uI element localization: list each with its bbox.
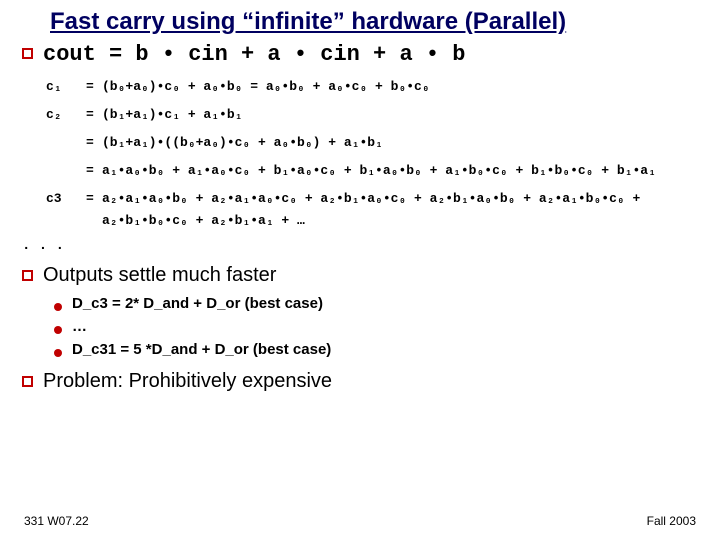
eq-c2-expand1: = (b₁+a₁)•((b₀+a₀)•c₀ + a₀•b₀) + a₁•b₁: [46, 132, 698, 154]
footer-left: 331 W07.22: [24, 514, 89, 528]
equals-sign: =: [86, 76, 102, 98]
square-bullet-icon: [22, 270, 33, 281]
eq-c2: c₂ = (b₁+a₁)•c₁ + a₁•b₁: [46, 104, 698, 126]
eq-rhs: a₁•a₀•b₀ + a₁•a₀•c₀ + b₁•a₀•c₀ + b₁•a₀•b…: [102, 160, 698, 182]
dot-bullet-icon: [54, 303, 62, 311]
sublist-item: …: [54, 318, 698, 335]
equals-sign: =: [86, 188, 102, 232]
eq-c1: c₁ = (b₀+a₀)•c₀ + a₀•b₀ = a₀•b₀ + a₀•c₀ …: [46, 76, 698, 98]
equals-sign: =: [86, 104, 102, 126]
equation-block: c₁ = (b₀+a₀)•c₀ + a₀•b₀ = a₀•b₀ + a₀•c₀ …: [46, 76, 698, 232]
eq-rhs: a₂•a₁•a₀•b₀ + a₂•a₁•a₀•c₀ + a₂•b₁•a₀•c₀ …: [102, 188, 698, 232]
eq-lhs: c₂: [46, 104, 86, 126]
sublist-item: D_c31 = 5 *D_and + D_or (best case): [54, 341, 698, 358]
sublist-text: D_c31 = 5 *D_and + D_or (best case): [72, 341, 331, 358]
ellipsis: . . .: [22, 238, 698, 254]
footer: 331 W07.22 Fall 2003: [24, 514, 696, 528]
problem-row: Problem: Prohibitively expensive: [22, 370, 698, 393]
outputs-row: Outputs settle much faster: [22, 264, 698, 287]
footer-right: Fall 2003: [647, 514, 696, 528]
sublist-item: D_c3 = 2* D_and + D_or (best case): [54, 295, 698, 312]
outputs-text: Outputs settle much faster: [43, 264, 276, 287]
eq-rhs: (b₁+a₁)•c₁ + a₁•b₁: [102, 104, 698, 126]
sublist-text: …: [72, 318, 87, 335]
dot-bullet-icon: [54, 349, 62, 357]
main-equation-row: cout = b • cin + a • cin + a • b: [22, 42, 698, 68]
slide-title: Fast carry using “infinite” hardware (Pa…: [50, 8, 698, 36]
eq-rhs: (b₀+a₀)•c₀ + a₀•b₀ = a₀•b₀ + a₀•c₀ + b₀•…: [102, 76, 698, 98]
eq-rhs: (b₁+a₁)•((b₀+a₀)•c₀ + a₀•b₀) + a₁•b₁: [102, 132, 698, 154]
slide: Fast carry using “infinite” hardware (Pa…: [0, 0, 720, 540]
eq-lhs-empty: [46, 160, 86, 182]
sublist-text: D_c3 = 2* D_and + D_or (best case): [72, 295, 323, 312]
equals-sign: =: [86, 132, 102, 154]
main-equation: cout = b • cin + a • cin + a • b: [43, 42, 465, 68]
eq-c3: c3 = a₂•a₁•a₀•b₀ + a₂•a₁•a₀•c₀ + a₂•b₁•a…: [46, 188, 698, 232]
eq-lhs: c₁: [46, 76, 86, 98]
dot-bullet-icon: [54, 326, 62, 334]
square-bullet-icon: [22, 48, 33, 59]
delay-sublist: D_c3 = 2* D_and + D_or (best case) … D_c…: [54, 295, 698, 358]
square-bullet-icon: [22, 376, 33, 387]
eq-c2-expand2: = a₁•a₀•b₀ + a₁•a₀•c₀ + b₁•a₀•c₀ + b₁•a₀…: [46, 160, 698, 182]
eq-lhs-empty: [46, 132, 86, 154]
problem-text: Problem: Prohibitively expensive: [43, 370, 332, 393]
eq-lhs: c3: [46, 188, 86, 232]
equals-sign: =: [86, 160, 102, 182]
